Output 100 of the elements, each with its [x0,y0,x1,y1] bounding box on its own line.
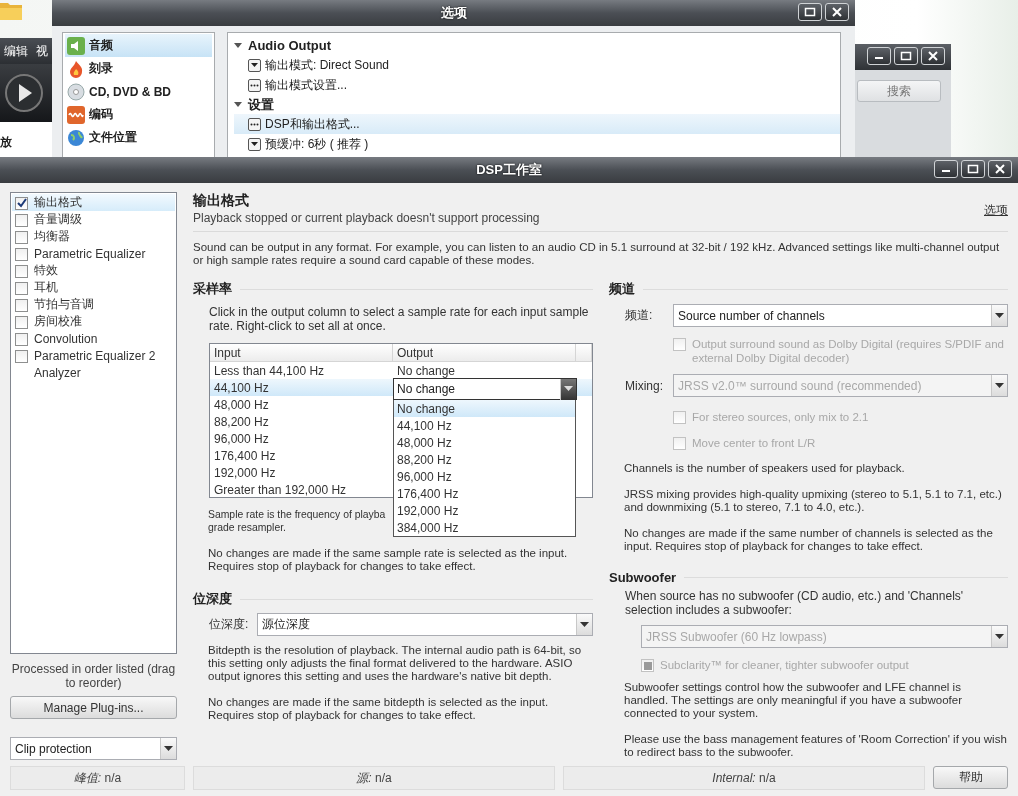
plugin-item[interactable]: 耳机 [12,279,175,296]
dropdown-option[interactable]: 96,000 Hz [394,468,575,485]
status-field: 源: n/a [193,766,555,790]
search-button[interactable]: 搜索 [857,80,941,102]
plugin-item[interactable]: Convolution [12,330,175,347]
globe-icon [67,128,85,147]
close-button[interactable] [825,3,849,21]
setting-item[interactable]: DSP和输出格式... [234,114,840,134]
play-button-icon[interactable] [4,73,44,113]
caret-icon [248,58,261,72]
checkbox[interactable] [15,247,28,261]
checkbox[interactable] [15,349,28,363]
plugin-item[interactable]: 特效 [12,262,175,279]
note-text: Channels is the number of speakers used for playback. [624,462,906,475]
menu-item[interactable]: 编辑 [4,42,28,60]
channels-dropdown[interactable]: Source number of channels [673,304,1008,327]
column-header[interactable]: Output [393,344,576,362]
expand-arrow-icon[interactable] [234,41,242,50]
table-cell[interactable]: No change [393,363,592,378]
note-text: No changes are made if the same sample rate is selected as the input. Requires stop of playback for changes to take effect. [208,547,569,573]
column-header[interactable]: Input [210,344,393,362]
dropdown-option[interactable]: No change [394,400,575,417]
checkbox[interactable] [15,230,28,244]
menu-item[interactable]: 视 [36,42,48,60]
plugin-item[interactable]: 房间校准 [12,313,175,330]
order-note: Processed in order listed (drag to reorder) [10,662,177,690]
checkbox[interactable] [15,196,28,210]
sidebar-item[interactable]: 编码 [65,103,212,126]
close-icon [927,51,939,61]
prompt-text: When source has no subwoofer (CD audio, etc.) and 'Channels' selection includes a subwoofer: [625,589,965,617]
note-text: Sample rate is the frequency of playba [208,508,386,521]
checkbox[interactable] [15,332,28,346]
checkbox-label: Subclarity™ for cleaner, tighter subwoofer output [660,658,909,672]
options-link[interactable]: 选项 [984,202,1008,219]
close-button[interactable] [921,47,945,65]
plugin-item[interactable]: 音量调级 [12,211,175,228]
plugin-item[interactable]: Parametric Equalizer 2 [12,347,175,364]
status-field: 峰值: n/a [10,766,185,790]
maximize-button[interactable] [894,47,918,65]
close-button[interactable] [988,160,1012,178]
section-heading: 位深度 [193,590,232,608]
checkbox[interactable] [15,281,28,295]
checkbox-label: Output surround sound as Dolby Digital (requires S/PDIF and external Dolby Digital decoder) [692,337,1005,365]
wave-icon [67,105,85,124]
close-icon [831,7,843,17]
maximize-icon [967,164,979,174]
clip-protection-dropdown[interactable]: Clip protection [10,737,177,760]
status-field: Internal: n/a [563,766,925,790]
intro-text: Sound can be output in any format. For example, you can listen to an audio CD in 5.1 surround at 32-bit / 192 kHz. Advanced settings like multi-channel output or high sample rates require a sound card capable of these modes. [193,241,1001,267]
maximize-button[interactable] [798,3,822,21]
plugin-item[interactable]: Parametric Equalizer [12,245,175,262]
checkbox[interactable] [15,213,28,227]
dropdown-option[interactable]: 88,200 Hz [394,451,575,468]
caret-icon [564,386,573,392]
table-cell-text: Less than 44,100 Hz [213,363,326,378]
sidebar-item[interactable]: CD, DVD & BD [65,80,212,103]
dropdown-option[interactable]: 48,000 Hz [394,434,575,451]
note-text: Subwoofer settings control how the subwoofer and LFE channel is handled. The settings are only meaningful if you have a subwoofer connected to your system. [624,681,963,720]
expand-arrow-icon[interactable] [234,100,242,109]
sidebar-item[interactable]: 文件位置 [65,126,212,149]
dropdown-option[interactable]: 44,100 Hz [394,417,575,434]
folder-icon[interactable] [0,0,22,20]
note-text: JRSS mixing provides high-quality upmixing (stereo to 5.1, 5.1 to 7.1, etc.) and downmixing (5.1 to stereo, 7.1 to 4.0, etc.). [624,488,1003,514]
setting-item[interactable]: 输出模式: Direct Sound [234,55,840,75]
table-row[interactable]: Less than 44,100 Hz No change [210,362,592,379]
section-heading: 采样率 [193,280,232,298]
speaker-icon [67,36,85,55]
plugin-item[interactable]: 均衡器 [12,228,175,245]
plugin-item[interactable]: 输出格式 [12,194,175,211]
sidebar-item[interactable]: 音频 [65,34,212,57]
dropdown-option[interactable]: 384,000 Hz [394,519,575,536]
flame-icon [67,59,85,78]
window-title: 选项 [440,4,467,22]
plugin-item[interactable]: Analyzer [12,364,175,381]
checkbox[interactable] [15,298,28,312]
caret-icon [995,382,1004,389]
maximize-button[interactable] [961,160,985,178]
minimize-button[interactable] [934,160,958,178]
bit-depth-dropdown[interactable]: 源位深度 [257,613,593,636]
dropdown-option[interactable]: 176,400 Hz [394,485,575,502]
section-heading: 频道 [609,280,635,298]
checkbox-label: For stereo sources, only mix to 2.1 [692,410,869,424]
setting-item[interactable]: 预缓冲: 6秒 ( 推荐 ) [234,134,840,154]
plugin-item[interactable]: 节拍与音调 [12,296,175,313]
minimize-button[interactable] [867,47,891,65]
checkbox[interactable] [15,264,28,278]
output-dropdown[interactable]: No change [393,378,577,400]
group-title: 设置 [248,95,274,114]
table-cell-text: 44,100 Hz [213,380,270,395]
close-icon [994,164,1006,174]
manage-plugins-button[interactable]: Manage Plug-ins... [10,696,177,719]
note-text: Please use the bass management features of 'Room Correction' if you wish to redirect bass to the subwoofer. [624,733,1008,759]
sidebar-item[interactable]: 刻录 [65,57,212,80]
setting-item[interactable]: 输出模式设置... [234,75,840,95]
help-button[interactable]: 帮助 [933,766,1008,789]
maximize-icon [900,51,912,61]
dropdown-option[interactable]: 192,000 Hz [394,502,575,519]
checkbox[interactable] [15,315,28,329]
note-text: Bitdepth is the resolution of playback. The internal audio path is 64-bit, so this setting only adjusts the final format delivered to the hardware. ASIO output ignores this setting and uses the hardware's native bit depth. [208,644,583,683]
label: 放 [0,134,12,151]
